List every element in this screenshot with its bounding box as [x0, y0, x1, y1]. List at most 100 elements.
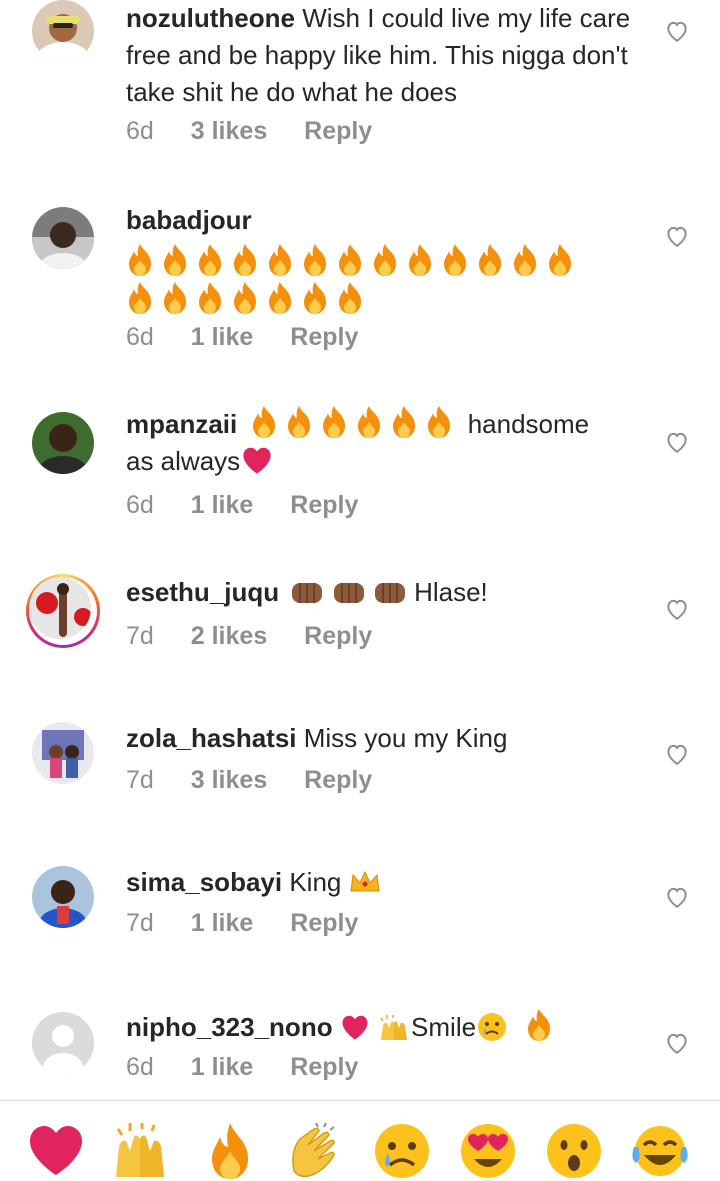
fire-emoji-icon	[129, 282, 151, 314]
fire-emoji-icon	[164, 244, 186, 276]
comment-time: 6d	[126, 1053, 154, 1081]
fire-emoji-icon	[234, 244, 256, 276]
fire-emoji-icon	[323, 406, 346, 438]
comment-body: nipho_323_nono Smile	[126, 1008, 646, 1046]
comment-body: zola_hashatsi Miss you my King	[126, 720, 646, 757]
comment-likes[interactable]: 2 likes	[191, 622, 267, 650]
comment-meta: 6d 1 like Reply	[126, 491, 388, 520]
comment-username[interactable]: babadjour	[126, 202, 646, 239]
fist-bump-icon	[333, 583, 364, 603]
surprised-face-reaction-icon[interactable]	[544, 1121, 604, 1181]
fire-emoji-group	[126, 244, 581, 277]
clapping-hands-reaction-icon[interactable]	[286, 1121, 346, 1181]
comment-username[interactable]: sima_sobayi	[126, 867, 282, 897]
reply-button[interactable]: Reply	[290, 909, 358, 937]
comment-text: as always	[126, 446, 241, 476]
fire-emoji-icon	[304, 282, 326, 314]
comment-time: 7d	[126, 622, 154, 650]
like-heart-icon[interactable]	[664, 18, 690, 44]
comment-meta: 7d 1 like Reply	[126, 909, 388, 938]
fire-emoji-icon	[339, 244, 361, 276]
comment-likes[interactable]: 1 like	[191, 491, 254, 519]
fire-emoji-group	[250, 406, 460, 439]
red-heart-icon	[243, 447, 271, 474]
comment-username[interactable]: mpanzaii	[126, 409, 237, 439]
reply-button[interactable]: Reply	[290, 1053, 358, 1081]
avatar[interactable]	[32, 1012, 94, 1074]
fire-emoji-icon	[234, 282, 256, 314]
story-ring[interactable]	[26, 574, 100, 648]
heart-reaction-icon[interactable]	[26, 1121, 86, 1181]
fire-emoji-icon	[269, 282, 291, 314]
like-heart-icon[interactable]	[664, 429, 690, 455]
fist-emoji-group	[290, 577, 414, 607]
comment-meta: 6d 1 like Reply	[126, 323, 388, 352]
like-heart-icon[interactable]	[664, 223, 690, 249]
tears-of-joy-reaction-icon[interactable]	[630, 1121, 690, 1181]
fist-bump-icon	[292, 583, 323, 603]
reply-button[interactable]: Reply	[304, 766, 372, 794]
heart-eyes-reaction-icon[interactable]	[458, 1121, 518, 1181]
fire-emoji-icon	[304, 244, 326, 276]
comment-body: nozulutheone Wish I could live my life c…	[126, 0, 646, 111]
sad-face-icon	[478, 1013, 507, 1041]
fire-emoji-icon	[129, 244, 151, 276]
fire-emoji-group	[126, 282, 371, 315]
like-heart-icon[interactable]	[664, 884, 690, 910]
comment-time: 7d	[126, 909, 154, 937]
fire-emoji-icon	[428, 406, 451, 438]
fire-emoji-icon	[199, 282, 221, 314]
comment-username[interactable]: nozulutheone	[126, 3, 295, 33]
comment-likes[interactable]: 1 like	[191, 909, 254, 937]
like-heart-icon[interactable]	[664, 1030, 690, 1056]
reply-button[interactable]: Reply	[304, 622, 372, 650]
reply-button[interactable]: Reply	[304, 117, 372, 145]
comment-meta: 7d 3 likes Reply	[126, 766, 402, 795]
fire-emoji-icon	[374, 244, 396, 276]
like-heart-icon[interactable]	[664, 596, 690, 622]
red-heart-icon	[342, 1015, 368, 1040]
raised-hands-reaction-icon[interactable]	[110, 1121, 170, 1181]
fire-emoji-icon	[253, 406, 276, 438]
comment-meta: 6d 1 like Reply	[126, 1053, 388, 1082]
comment-body: babadjour	[126, 202, 646, 319]
comment-time: 6d	[126, 117, 154, 145]
comment-text: Smile	[411, 1012, 477, 1042]
comment-text: Miss you my King	[303, 723, 508, 753]
comment-likes[interactable]: 1 like	[191, 323, 254, 351]
comment-likes[interactable]: 3 likes	[191, 766, 267, 794]
comment-username[interactable]: esethu_juqu	[126, 577, 279, 607]
avatar[interactable]	[29, 577, 91, 639]
quick-reactions-bar	[0, 1100, 720, 1181]
fire-emoji-icon	[444, 244, 466, 276]
comment-username[interactable]: zola_hashatsi	[126, 723, 297, 753]
fire-emoji-icon	[288, 406, 311, 438]
comment-meta: 7d 2 likes Reply	[126, 622, 402, 651]
reply-button[interactable]: Reply	[290, 491, 358, 519]
sad-face-reaction-icon[interactable]	[372, 1121, 432, 1181]
fire-emoji-icon	[339, 282, 361, 314]
reply-button[interactable]: Reply	[290, 323, 358, 351]
fire-emoji-icon	[269, 244, 291, 276]
comment-text: King	[289, 867, 342, 897]
fire-emoji-icon	[164, 282, 186, 314]
comment-time: 7d	[126, 766, 154, 794]
comment-time: 6d	[126, 491, 154, 519]
avatar[interactable]	[32, 412, 94, 474]
avatar[interactable]	[32, 0, 94, 62]
fire-reaction-icon[interactable]	[200, 1121, 260, 1181]
comment-likes[interactable]: 3 likes	[191, 117, 267, 145]
comment-username[interactable]: nipho_323_nono	[126, 1012, 333, 1042]
like-heart-icon[interactable]	[664, 741, 690, 767]
comment-time: 6d	[126, 323, 154, 351]
fire-emoji-icon	[514, 244, 536, 276]
raised-hands-icon	[380, 1015, 408, 1040]
avatar[interactable]	[32, 866, 94, 928]
avatar[interactable]	[32, 207, 94, 269]
avatar[interactable]	[32, 722, 94, 784]
fire-emoji-icon	[199, 244, 221, 276]
comment-text: handsome	[467, 409, 590, 439]
comment-likes[interactable]: 1 like	[191, 1053, 254, 1081]
comment-meta: 6d 3 likes Reply	[126, 117, 402, 146]
fire-emoji-icon	[358, 406, 381, 438]
